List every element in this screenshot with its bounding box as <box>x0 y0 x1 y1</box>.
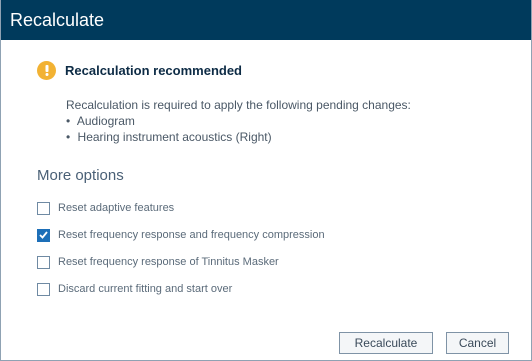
checkbox[interactable] <box>37 255 50 269</box>
checkbox[interactable] <box>37 228 50 242</box>
checkbox[interactable] <box>37 282 50 296</box>
option-reset-frequency-response-compression[interactable]: Reset frequency response and frequency c… <box>37 227 325 243</box>
checkmark-icon <box>39 231 48 239</box>
pending-change-item: Audiogram <box>66 113 411 129</box>
pending-change-item: Hearing instrument acoustics (Right) <box>66 129 411 145</box>
option-label: Discard current fitting and start over <box>58 283 233 295</box>
options-list: Reset adaptive features Reset frequency … <box>37 200 325 308</box>
dialog-title: Recalculate <box>1 0 531 40</box>
option-reset-tinnitus-masker[interactable]: Reset frequency response of Tinnitus Mas… <box>37 254 325 270</box>
option-discard-fitting[interactable]: Discard current fitting and start over <box>37 281 325 297</box>
notice-body: Recalculation is required to apply the f… <box>66 97 411 145</box>
warning-icon <box>37 61 56 80</box>
notice-message: Recalculation is required to apply the f… <box>66 98 411 112</box>
notice-header: Recalculation recommended <box>37 61 242 80</box>
option-reset-adaptive-features[interactable]: Reset adaptive features <box>37 200 325 216</box>
notice-title: Recalculation recommended <box>65 63 242 78</box>
option-label: Reset frequency response of Tinnitus Mas… <box>58 256 279 268</box>
checkbox[interactable] <box>37 201 50 215</box>
option-label: Reset frequency response and frequency c… <box>58 229 325 241</box>
recalculate-dialog: Recalculate Recalculation recommended Re… <box>0 0 532 361</box>
option-label: Reset adaptive features <box>58 202 175 214</box>
pending-change-label: Hearing instrument acoustics (Right) <box>77 130 272 144</box>
cancel-button[interactable]: Cancel <box>446 332 509 354</box>
more-options-title: More options <box>37 167 124 184</box>
pending-change-label: Audiogram <box>76 114 135 128</box>
recalculate-button[interactable]: Recalculate <box>339 332 433 354</box>
